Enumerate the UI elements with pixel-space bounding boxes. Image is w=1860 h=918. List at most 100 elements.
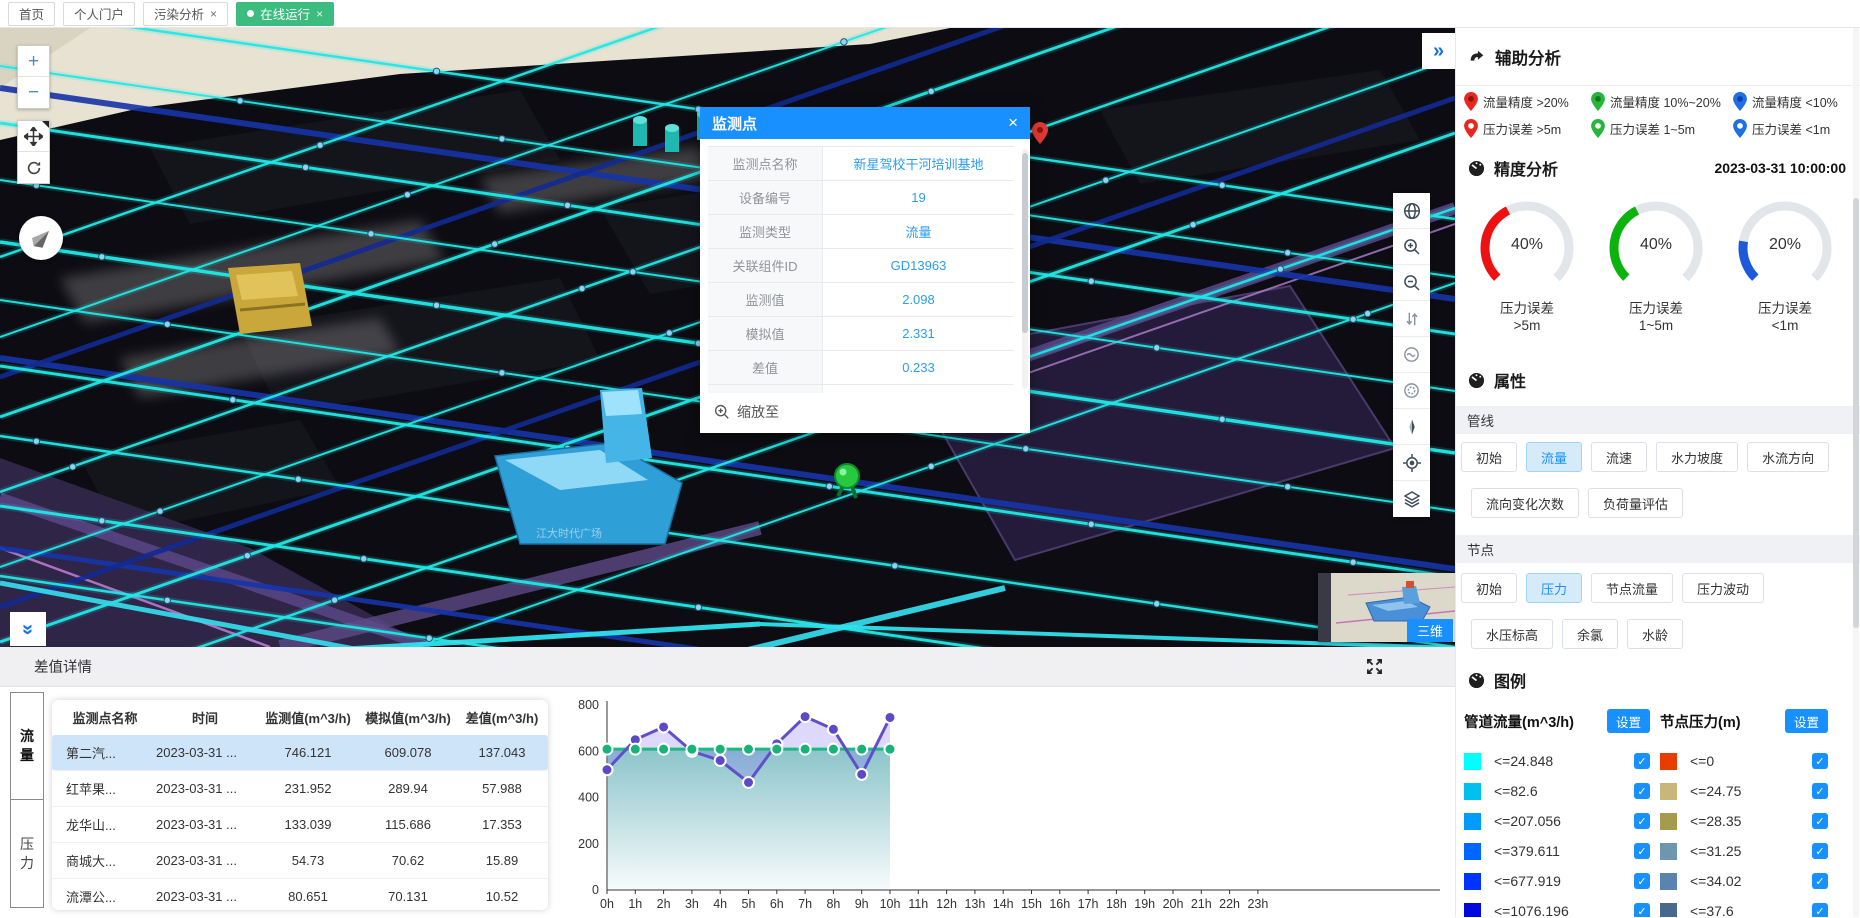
popup-row: 关联组件ID GD13963 bbox=[708, 249, 1014, 283]
popup-scrollbar[interactable] bbox=[1022, 149, 1028, 389]
zoom-out-icon bbox=[1402, 273, 1422, 293]
legend-columns: 管道流量(m^3/h) 设置 <=24.848 ✓ <=82.6 ✓ <=207… bbox=[1464, 704, 1856, 917]
gauge-range: <1m bbox=[1722, 317, 1848, 334]
table-row[interactable]: 流潭公...2023-03-31 ...80.65170.13110.52 bbox=[52, 879, 548, 910]
legend-checkbox[interactable]: ✓ bbox=[1812, 843, 1828, 859]
layers-button[interactable] bbox=[1393, 481, 1430, 517]
section-title: 精度分析 bbox=[1494, 156, 1558, 180]
legend-checkbox[interactable]: ✓ bbox=[1812, 873, 1828, 889]
node-button-初始[interactable]: 初始 bbox=[1461, 573, 1517, 603]
sidebar-scrollbar-thumb[interactable] bbox=[1853, 198, 1859, 628]
node-button-节点流量[interactable]: 节点流量 bbox=[1591, 573, 1673, 603]
legend-checkbox[interactable]: ✓ bbox=[1812, 813, 1828, 829]
svg-text:9h: 9h bbox=[855, 897, 869, 911]
measure-area-button[interactable] bbox=[1393, 337, 1430, 373]
bottom-panel-collapse-button[interactable]: » bbox=[10, 612, 46, 646]
swap-view-button[interactable] bbox=[1393, 301, 1430, 337]
map-canvas[interactable]: 江大时代广场 + − » » bbox=[0, 28, 1455, 647]
legend-checkbox[interactable]: ✓ bbox=[1634, 753, 1650, 769]
gauge-label: 压力误差 bbox=[1464, 300, 1590, 317]
popup-field-value: 2.098 bbox=[823, 283, 1014, 316]
tab-pollution-analysis[interactable]: 污染分析× bbox=[143, 2, 228, 26]
tab-home[interactable]: 首页 bbox=[8, 2, 55, 26]
zoom-in-icon bbox=[1402, 237, 1422, 257]
accuracy-legend-item: 压力误差 1~5m bbox=[1591, 119, 1733, 138]
monitor-point-popup: 监测点 × 监测点名称 新星驾校干河培训基地设备编号 19监测类型 流量关联组件… bbox=[700, 107, 1030, 433]
table-row[interactable]: 龙华山...2023-03-31 ...133.039115.68617.353 bbox=[52, 807, 548, 843]
gauge-icon bbox=[1468, 372, 1485, 389]
close-icon[interactable]: × bbox=[316, 7, 323, 21]
legend-checkbox[interactable]: ✓ bbox=[1812, 783, 1828, 799]
tab-online-running[interactable]: 在线运行× bbox=[236, 2, 334, 26]
legend-checkbox[interactable]: ✓ bbox=[1634, 813, 1650, 829]
pipe-button-流速[interactable]: 流速 bbox=[1591, 442, 1647, 472]
tab-flow[interactable]: 流量 bbox=[10, 692, 44, 800]
north-compass-button[interactable] bbox=[1393, 409, 1430, 445]
node-button-压力[interactable]: 压力 bbox=[1526, 573, 1582, 603]
zoom-to-button[interactable]: 缩放至 bbox=[708, 393, 1022, 431]
legend-settings-button[interactable]: 设置 bbox=[1607, 709, 1650, 733]
pipe-button-水力坡度[interactable]: 水力坡度 bbox=[1656, 442, 1738, 472]
minimap[interactable]: 三维 bbox=[1318, 573, 1455, 642]
legend-checkbox[interactable]: ✓ bbox=[1812, 903, 1828, 917]
node-button-水压标高[interactable]: 水压标高 bbox=[1471, 619, 1553, 649]
sidebar-scrollbar[interactable] bbox=[1853, 28, 1859, 917]
pipe-button-流量[interactable]: 流量 bbox=[1526, 442, 1582, 472]
legend-checkbox[interactable]: ✓ bbox=[1812, 753, 1828, 769]
map-zoom-out-button[interactable]: − bbox=[18, 77, 49, 108]
legend-settings-button[interactable]: 设置 bbox=[1785, 709, 1828, 733]
legend-checkbox[interactable]: ✓ bbox=[1634, 843, 1650, 859]
popup-header: 监测点 × bbox=[700, 107, 1030, 139]
measure-icon bbox=[1402, 345, 1421, 364]
accuracy-date: 2023-03-31 10:00:00 bbox=[1714, 160, 1846, 176]
analysis-icon bbox=[1468, 48, 1486, 66]
table-cell: 115.686 bbox=[358, 817, 458, 832]
pipe-button-负荷量评估[interactable]: 负荷量评估 bbox=[1588, 488, 1683, 518]
close-icon[interactable]: × bbox=[210, 7, 217, 21]
popup-field-label: 监测点名称 bbox=[708, 147, 823, 180]
svg-text:800: 800 bbox=[578, 698, 599, 712]
rotate-icon bbox=[25, 159, 43, 177]
popup-field-value: 新星驾校干河培训基地 bbox=[823, 147, 1014, 180]
close-icon[interactable]: × bbox=[1008, 113, 1018, 133]
locate-button[interactable] bbox=[1393, 445, 1430, 481]
color-swatch bbox=[1660, 783, 1677, 800]
gauge-value: 20% bbox=[1722, 236, 1848, 254]
pan-icon bbox=[24, 127, 43, 146]
legend-checkbox[interactable]: ✓ bbox=[1634, 783, 1650, 799]
table-row[interactable]: 商城大...2023-03-31 ...54.7370.6215.89 bbox=[52, 843, 548, 879]
fullscreen-button[interactable] bbox=[1366, 658, 1383, 675]
map-toolbar bbox=[1393, 193, 1430, 517]
compass-needle-icon bbox=[28, 225, 54, 251]
pipe-button-水流方向[interactable]: 水流方向 bbox=[1747, 442, 1829, 472]
tab-pressure[interactable]: 压力 bbox=[10, 800, 44, 908]
popup-row: 差值 0.233 bbox=[708, 351, 1014, 385]
rotate-tool-button[interactable] bbox=[18, 152, 49, 183]
pipe-button-流向变化次数[interactable]: 流向变化次数 bbox=[1471, 488, 1579, 518]
minimap-3d-badge[interactable]: 三维 bbox=[1407, 619, 1453, 642]
legend-item: <=379.611 ✓ bbox=[1464, 836, 1660, 866]
zoom-in-tool-button[interactable] bbox=[1393, 229, 1430, 265]
node-button-水龄[interactable]: 水龄 bbox=[1627, 619, 1683, 649]
table-row[interactable]: 第二汽...2023-03-31 ...746.121609.078137.04… bbox=[52, 735, 548, 771]
sidebar-collapse-button[interactable]: » bbox=[1422, 33, 1455, 69]
pipe-button-初始[interactable]: 初始 bbox=[1461, 442, 1517, 472]
earth-view-button[interactable] bbox=[1393, 193, 1430, 229]
pan-tool-button[interactable] bbox=[18, 121, 49, 152]
compass-button[interactable] bbox=[19, 216, 63, 260]
map-zoom-in-button[interactable]: + bbox=[18, 46, 49, 77]
tab-portal[interactable]: 个人门户 bbox=[63, 2, 135, 26]
legend-checkbox[interactable]: ✓ bbox=[1634, 903, 1650, 917]
gauges-row: 40% 压力误差 >5m 40% 压力误差 1~5m 20% 压力误差 <1m bbox=[1456, 196, 1860, 334]
popup-scrollbar-thumb[interactable] bbox=[1022, 153, 1028, 333]
zoom-out-tool-button[interactable] bbox=[1393, 265, 1430, 301]
table-row[interactable]: 红苹果...2023-03-31 ...231.952289.9457.988 bbox=[52, 771, 548, 807]
swap-icon bbox=[1403, 310, 1421, 328]
node-button-余氯[interactable]: 余氯 bbox=[1562, 619, 1618, 649]
node-button-压力波动[interactable]: 压力波动 bbox=[1682, 573, 1764, 603]
ring-select-button[interactable] bbox=[1393, 373, 1430, 409]
svg-text:14h: 14h bbox=[993, 897, 1014, 911]
color-swatch bbox=[1464, 843, 1481, 860]
layers-icon bbox=[1402, 489, 1422, 509]
legend-checkbox[interactable]: ✓ bbox=[1634, 873, 1650, 889]
